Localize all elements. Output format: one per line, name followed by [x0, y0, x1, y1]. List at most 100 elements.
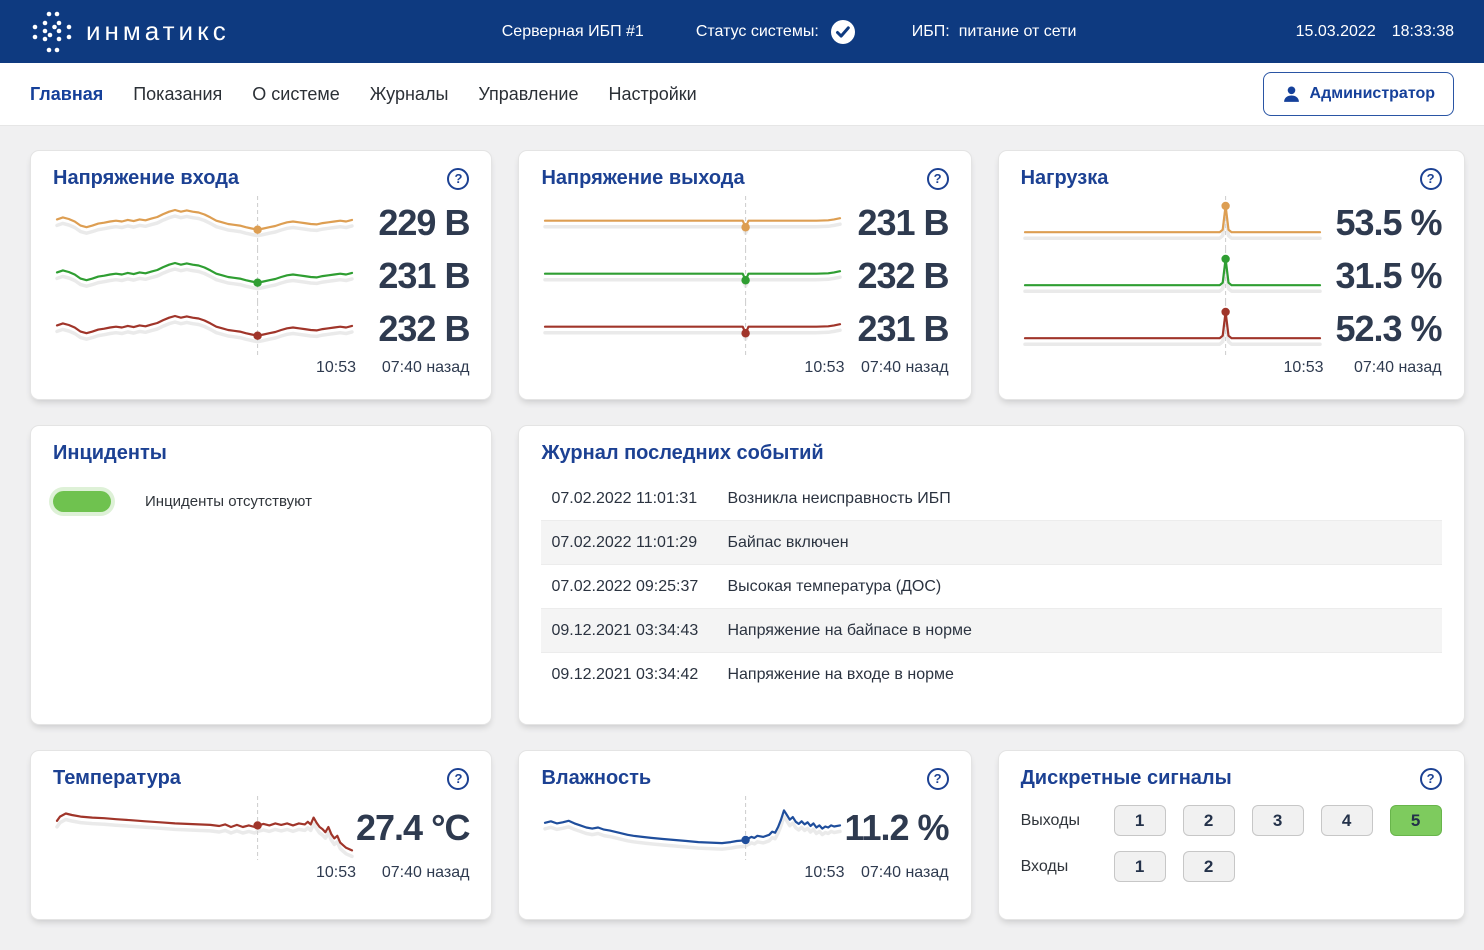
humidity-value: 11.2 %	[844, 807, 948, 849]
event-row[interactable]: 09.12.2021 03:34:42 Напряжение на входе …	[541, 653, 1441, 697]
help-icon[interactable]: ?	[1420, 768, 1442, 790]
phase-value: 53.5 %	[1335, 202, 1441, 244]
card-title: Нагрузка	[1021, 167, 1109, 190]
cursor-time: 10:53	[804, 864, 844, 882]
card-title: Дискретные сигналы	[1021, 767, 1232, 790]
event-timestamp: 09.12.2021 03:34:43	[551, 622, 727, 640]
output-signal-1[interactable]: 1	[1114, 805, 1166, 836]
ups-power-value: питание от сети	[959, 23, 1077, 41]
nav-item-about-system[interactable]: О системе	[252, 84, 340, 105]
help-icon[interactable]: ?	[447, 168, 469, 190]
incident-status-text: Инциденты отсутствуют	[145, 493, 312, 510]
output-signal-4[interactable]: 4	[1321, 805, 1373, 836]
cursor-time: 10:53	[316, 864, 356, 882]
current-date: 15.03.2022	[1296, 23, 1376, 41]
sparkline-chart	[541, 796, 844, 860]
ups-power-status: ИБП: питание от сети	[912, 23, 1077, 41]
event-row[interactable]: 07.02.2022 09:25:37 Высокая температура …	[541, 565, 1441, 609]
cursor-time: 10:53	[316, 359, 356, 377]
top-header-bar: инматикс Серверная ИБП #1 Статус системы…	[0, 0, 1484, 63]
time-ago: 07:40 назад	[861, 864, 949, 882]
event-row[interactable]: 09.12.2021 03:34:43 Напряжение на байпас…	[541, 609, 1441, 653]
main-nav: Главная Показания О системе Журналы Упра…	[0, 63, 1484, 125]
help-icon[interactable]: ?	[927, 168, 949, 190]
card-incidents: Инциденты Инциденты отсутствуют	[30, 425, 492, 725]
sparkline-chart	[53, 302, 356, 355]
phase-value: 232 В	[857, 255, 948, 297]
system-status-label: Статус системы:	[696, 23, 819, 41]
brand-name: инматикс	[86, 16, 230, 47]
card-title: Журнал последних событий	[541, 442, 823, 465]
brand-logo: инматикс	[30, 8, 230, 56]
input-signal-2[interactable]: 2	[1183, 851, 1235, 882]
phase-value: 231 В	[857, 202, 948, 244]
nav-item-settings[interactable]: Настройки	[608, 84, 696, 105]
datetime: 15.03.2022 18:33:38	[1296, 23, 1454, 41]
time-ago: 07:40 назад	[382, 359, 470, 377]
phase-value: 229 В	[378, 202, 469, 244]
sparkline-chart	[541, 249, 844, 302]
cursor-time: 10:53	[1284, 359, 1324, 377]
event-text: Напряжение на байпасе в норме	[727, 622, 1431, 640]
event-text: Возникла неисправность ИБП	[727, 490, 1431, 508]
time-ago: 07:40 назад	[382, 864, 470, 882]
event-timestamp: 07.02.2022 11:01:29	[551, 534, 727, 552]
phase-value: 52.3 %	[1335, 308, 1441, 350]
sparkline-chart	[53, 196, 356, 249]
outputs-label: Выходы	[1021, 812, 1097, 830]
sparkline-chart	[541, 302, 844, 355]
event-row[interactable]: 07.02.2022 11:01:31 Возникла неисправнос…	[541, 477, 1441, 521]
inputs-label: Входы	[1021, 858, 1097, 876]
card-events-log: Журнал последних событий 07.02.2022 11:0…	[518, 425, 1464, 725]
card-title: Напряжение входа	[53, 167, 239, 190]
incident-status-led	[53, 491, 111, 512]
event-timestamp: 07.02.2022 11:01:31	[551, 490, 727, 508]
card-title: Инциденты	[53, 442, 167, 465]
output-signal-5[interactable]: 5	[1390, 805, 1442, 836]
phase-value: 231 В	[378, 255, 469, 297]
sparkline-chart	[1021, 196, 1324, 249]
event-text: Напряжение на входе в норме	[727, 666, 1431, 684]
help-icon[interactable]: ?	[1420, 168, 1442, 190]
input-signal-1[interactable]: 1	[1114, 851, 1166, 882]
card-humidity: Влажность ? 11.2 % 10:53 07:40 назад	[518, 750, 971, 920]
output-signal-3[interactable]: 3	[1252, 805, 1304, 836]
help-icon[interactable]: ?	[927, 768, 949, 790]
event-text: Байпас включен	[727, 534, 1431, 552]
card-discrete-signals: Дискретные сигналы ? Выходы 1 2 3 4 5 Вх…	[998, 750, 1465, 920]
phase-value: 31.5 %	[1335, 255, 1441, 297]
time-ago: 07:40 назад	[1354, 359, 1442, 377]
device-name: Серверная ИБП #1	[502, 23, 644, 41]
time-ago: 07:40 назад	[861, 359, 949, 377]
card-load: Нагрузка ? 53.5 % 31.5 % 52.3 % 10:53 07…	[998, 150, 1465, 400]
user-icon	[1282, 85, 1301, 104]
phase-value: 231 В	[857, 308, 948, 350]
sparkline-chart	[53, 796, 356, 860]
event-timestamp: 07.02.2022 09:25:37	[551, 578, 727, 596]
sparkline-chart	[1021, 302, 1324, 355]
ups-label: ИБП:	[912, 23, 950, 41]
nav-item-readings[interactable]: Показания	[133, 84, 222, 105]
event-row[interactable]: 07.02.2022 11:01:29 Байпас включен	[541, 521, 1441, 565]
event-text: Высокая температура (ДОС)	[727, 578, 1431, 596]
phase-value: 232 В	[378, 308, 469, 350]
dashboard-grid: Напряжение входа ? 229 В 231 В 232 В 10:…	[0, 125, 1484, 920]
cursor-time: 10:53	[804, 359, 844, 377]
current-time: 18:33:38	[1392, 23, 1454, 41]
temperature-value: 27.4 °C	[356, 807, 469, 849]
administrator-label: Администратор	[1310, 85, 1435, 103]
output-signal-2[interactable]: 2	[1183, 805, 1235, 836]
administrator-button[interactable]: Администратор	[1263, 72, 1454, 116]
card-title: Напряжение выхода	[541, 167, 744, 190]
nav-item-home[interactable]: Главная	[30, 84, 103, 105]
card-input-voltage: Напряжение входа ? 229 В 231 В 232 В 10:…	[30, 150, 492, 400]
status-ok-check-icon	[830, 19, 856, 45]
nav-item-journals[interactable]: Журналы	[370, 84, 449, 105]
card-output-voltage: Напряжение выхода ? 231 В 232 В 231 В 10…	[518, 150, 971, 400]
sparkline-chart	[541, 196, 844, 249]
nav-item-control[interactable]: Управление	[478, 84, 578, 105]
card-title: Влажность	[541, 767, 651, 790]
help-icon[interactable]: ?	[447, 768, 469, 790]
events-table: 07.02.2022 11:01:31 Возникла неисправнос…	[541, 477, 1441, 697]
sparkline-chart	[1021, 249, 1324, 302]
